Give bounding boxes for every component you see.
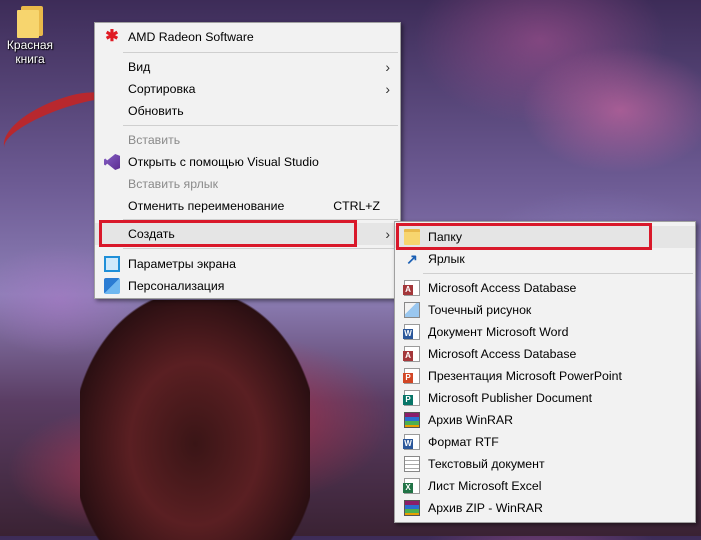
submenu-item-access-database[interactable]: A Microsoft Access Database xyxy=(395,277,695,299)
menu-separator xyxy=(423,273,693,274)
menu-item-view[interactable]: Вид › xyxy=(95,56,400,78)
submenu-item-winrar-zip[interactable]: Архив ZIP - WinRAR xyxy=(395,497,695,519)
chevron-right-icon: › xyxy=(385,226,390,242)
submenu-item-text-document[interactable]: Текстовый документ xyxy=(395,453,695,475)
submenu-item-label: Документ Microsoft Word xyxy=(428,325,569,339)
folder-icon xyxy=(15,4,45,38)
submenu-item-shortcut[interactable]: ↗ Ярлык xyxy=(395,248,695,270)
submenu-item-access-database-2[interactable]: A Microsoft Access Database xyxy=(395,343,695,365)
access-icon: A xyxy=(403,346,420,362)
amd-icon: ✱ xyxy=(105,28,119,45)
wallpaper-tree xyxy=(80,300,310,540)
menu-item-label: Отменить переименование xyxy=(128,199,285,213)
personalization-icon xyxy=(104,278,120,294)
highlight-create xyxy=(99,220,357,247)
word-icon: W xyxy=(403,324,420,340)
menu-item-label: Открыть с помощью Visual Studio xyxy=(128,155,319,169)
menu-item-sort[interactable]: Сортировка › xyxy=(95,78,400,100)
text-document-icon xyxy=(404,456,420,472)
menu-item-shortcut: CTRL+Z xyxy=(333,199,380,213)
submenu-item-rtf[interactable]: W Формат RTF xyxy=(395,431,695,453)
submenu-item-bitmap[interactable]: Точечный рисунок xyxy=(395,299,695,321)
access-icon: A xyxy=(403,280,420,296)
rtf-icon: W xyxy=(403,434,420,450)
submenu-item-label: Ярлык xyxy=(428,252,465,266)
display-settings-icon xyxy=(104,256,120,272)
submenu-item-label: Текстовый документ xyxy=(428,457,545,471)
chevron-right-icon: › xyxy=(385,81,390,97)
menu-item-open-visual-studio[interactable]: Открыть с помощью Visual Studio xyxy=(95,151,400,173)
visual-studio-icon xyxy=(104,154,120,170)
powerpoint-icon: P xyxy=(403,368,420,384)
menu-item-label: Вставить xyxy=(128,133,181,147)
create-submenu: Папку ↗ Ярлык A Microsoft Access Databas… xyxy=(394,221,696,523)
menu-item-paste: Вставить xyxy=(95,129,400,151)
menu-item-personalization[interactable]: Персонализация xyxy=(95,275,400,297)
menu-separator xyxy=(123,248,398,249)
submenu-item-label: Презентация Microsoft PowerPoint xyxy=(428,369,622,383)
menu-item-paste-shortcut: Вставить ярлык xyxy=(95,173,400,195)
excel-icon: X xyxy=(403,478,420,494)
menu-item-label: Параметры экрана xyxy=(128,257,236,271)
chevron-right-icon: › xyxy=(385,59,390,75)
menu-item-amd-radeon[interactable]: ✱ AMD Radeon Software xyxy=(95,26,400,48)
submenu-item-label: Microsoft Access Database xyxy=(428,347,577,361)
menu-separator xyxy=(123,125,398,126)
winrar-zip-icon xyxy=(404,500,420,516)
submenu-item-label: Точечный рисунок xyxy=(428,303,532,317)
submenu-item-label: Лист Microsoft Excel xyxy=(428,479,542,493)
submenu-item-label: Microsoft Access Database xyxy=(428,281,577,295)
desktop-icon-label: Красная книга xyxy=(6,38,54,66)
menu-item-label: Сортировка xyxy=(128,82,196,96)
publisher-icon: P xyxy=(403,390,420,406)
submenu-item-label: Microsoft Publisher Document xyxy=(428,391,593,405)
menu-item-display-settings[interactable]: Параметры экрана xyxy=(95,253,400,275)
submenu-item-excel[interactable]: X Лист Microsoft Excel xyxy=(395,475,695,497)
desktop-context-menu: ✱ AMD Radeon Software Вид › Сортировка ›… xyxy=(94,22,401,299)
submenu-item-label: Архив WinRAR xyxy=(428,413,514,427)
submenu-item-powerpoint[interactable]: P Презентация Microsoft PowerPoint xyxy=(395,365,695,387)
menu-item-label: Персонализация xyxy=(128,279,225,293)
bitmap-icon xyxy=(404,302,420,318)
menu-item-label: Вставить ярлык xyxy=(128,177,219,191)
submenu-item-publisher[interactable]: P Microsoft Publisher Document xyxy=(395,387,695,409)
menu-item-refresh[interactable]: Обновить xyxy=(95,100,400,122)
shortcut-icon: ↗ xyxy=(406,251,418,267)
submenu-item-label: Формат RTF xyxy=(428,435,499,449)
submenu-item-winrar-archive[interactable]: Архив WinRAR xyxy=(395,409,695,431)
menu-item-label: AMD Radeon Software xyxy=(128,30,254,44)
menu-item-undo-rename[interactable]: Отменить переименование CTRL+Z xyxy=(95,195,400,217)
menu-item-label: Обновить xyxy=(128,104,184,118)
winrar-icon xyxy=(404,412,420,428)
submenu-item-label: Архив ZIP - WinRAR xyxy=(428,501,543,515)
menu-separator xyxy=(123,52,398,53)
highlight-folder xyxy=(396,223,652,250)
menu-item-label: Вид xyxy=(128,60,151,74)
desktop-folder-krasnaya-kniga[interactable]: Красная книга xyxy=(2,4,58,66)
submenu-item-word-document[interactable]: W Документ Microsoft Word xyxy=(395,321,695,343)
